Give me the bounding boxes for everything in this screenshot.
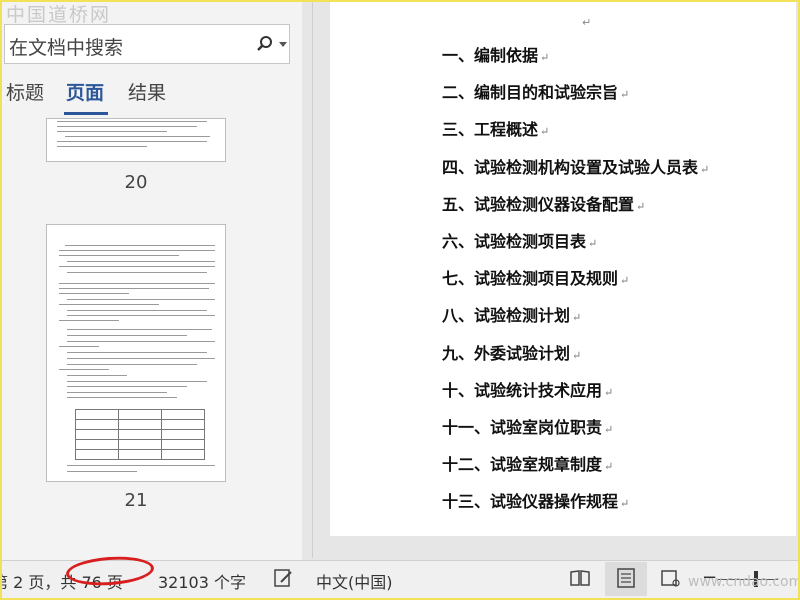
tab-pages[interactable]: 页面 [66, 78, 104, 105]
site-watermark: www.cndao.com [688, 574, 800, 590]
paragraph-mark: ↵ [604, 423, 614, 436]
navigation-pane: 在文档中搜索 标题 页面 结果 20 21 [2, 2, 302, 562]
toc-item-text: 十三、试验仪器操作规程 [442, 492, 619, 512]
paragraph-mark: ↵ [582, 16, 592, 29]
search-box[interactable]: 在文档中搜索 [4, 24, 290, 64]
toc-item: 二、编制目的和试验宗旨 ↵ [442, 79, 629, 103]
watermark-logo: 中国道桥网 [6, 4, 112, 26]
toc-item-text: 十、试验统计技术应用 [442, 380, 603, 400]
toc-item: 十三、试验仪器操作规程 ↵ [442, 488, 629, 512]
toc-item: 一、编制依据 ↵ [442, 42, 549, 66]
print-layout-icon[interactable] [615, 567, 637, 589]
language-status[interactable]: 中文(中国) [316, 569, 393, 593]
paragraph-mark: ↵ [572, 348, 582, 362]
toc-item: 十二、试验室规章制度 ↵ [442, 451, 613, 475]
toc-item-text: 四、试验检测机构设置及试验人员表 [442, 157, 699, 177]
document-page[interactable]: ↵ 一、编制依据 ↵ 二、编制目的和试验宗旨 ↵ 三、工程概述 ↵ 四、试验检测机构设置及试… [330, 2, 796, 536]
toc-item: 七、试验检测项目及规则 ↵ [442, 265, 629, 289]
toc-item: 三、工程概述 ↵ [442, 116, 549, 140]
paragraph-mark: ↵ [588, 237, 598, 250]
toc-item: 五、试验检测仪器设备配置 ↵ [442, 191, 645, 215]
toc-item-text: 十二、试验室规章制度 [442, 455, 603, 475]
toc-item: 六、试验检测项目表 ↵ [442, 228, 597, 252]
paragraph-mark: ↵ [620, 274, 630, 288]
paragraph-mark: ↵ [620, 88, 630, 102]
proofing-icon[interactable] [272, 567, 294, 589]
web-layout-icon[interactable] [659, 567, 681, 589]
pane-divider[interactable] [312, 2, 313, 558]
paragraph-mark: ↵ [604, 460, 614, 474]
word-count-status[interactable]: 32103 个字 [158, 569, 246, 593]
tab-results[interactable]: 结果 [128, 78, 166, 105]
toc-item: 四、试验检测机构设置及试验人员表 ↵ [442, 154, 709, 178]
toc-item-text: 十一、试验室岗位职责 [442, 418, 603, 437]
search-icon[interactable] [255, 34, 275, 54]
toc-item-text: 二、编制目的和试验宗旨 [442, 83, 619, 103]
tab-headings[interactable]: 标题 [6, 78, 44, 105]
toc-item: 九、外委试验计划 ↵ [442, 340, 581, 364]
thumbnail-page-number: 20 [124, 172, 148, 193]
toc-item-text: 一、编制依据 [442, 46, 539, 65]
thumbnail-table [75, 409, 205, 460]
read-mode-icon[interactable] [569, 567, 591, 589]
paragraph-mark: ↵ [540, 51, 550, 64]
toc-item-text: 八、试验检测计划 [442, 306, 571, 326]
toc-item: 八、试验检测计划 ↵ [442, 302, 581, 326]
toc-item-text: 六、试验检测项目表 [442, 232, 587, 251]
paragraph-mark: ↵ [620, 497, 630, 511]
paragraph-mark: ↵ [700, 162, 710, 176]
paragraph-mark: ↵ [636, 199, 646, 213]
thumbnail-page-number: 21 [124, 490, 148, 511]
paragraph-mark: ↵ [540, 125, 550, 139]
active-tab-indicator [64, 112, 108, 115]
search-input[interactable]: 在文档中搜索 [9, 33, 123, 60]
search-options-dropdown-icon[interactable] [279, 42, 287, 47]
paragraph-mark: ↵ [604, 385, 614, 399]
toc-item-text: 五、试验检测仪器设备配置 [442, 194, 635, 214]
toc-item-text: 三、工程概述 [442, 120, 539, 140]
paragraph-mark: ↵ [572, 311, 582, 325]
toc-item: 十一、试验室岗位职责 ↵ [442, 414, 613, 438]
page-thumbnail-20[interactable] [46, 118, 226, 162]
toc-item: 十、试验统计技术应用 ↵ [442, 377, 613, 401]
toc-item-text: 七、试验检测项目及规则 [442, 269, 619, 289]
page-thumbnail-21[interactable] [46, 224, 226, 482]
toc-item-text: 九、外委试验计划 [442, 343, 571, 363]
